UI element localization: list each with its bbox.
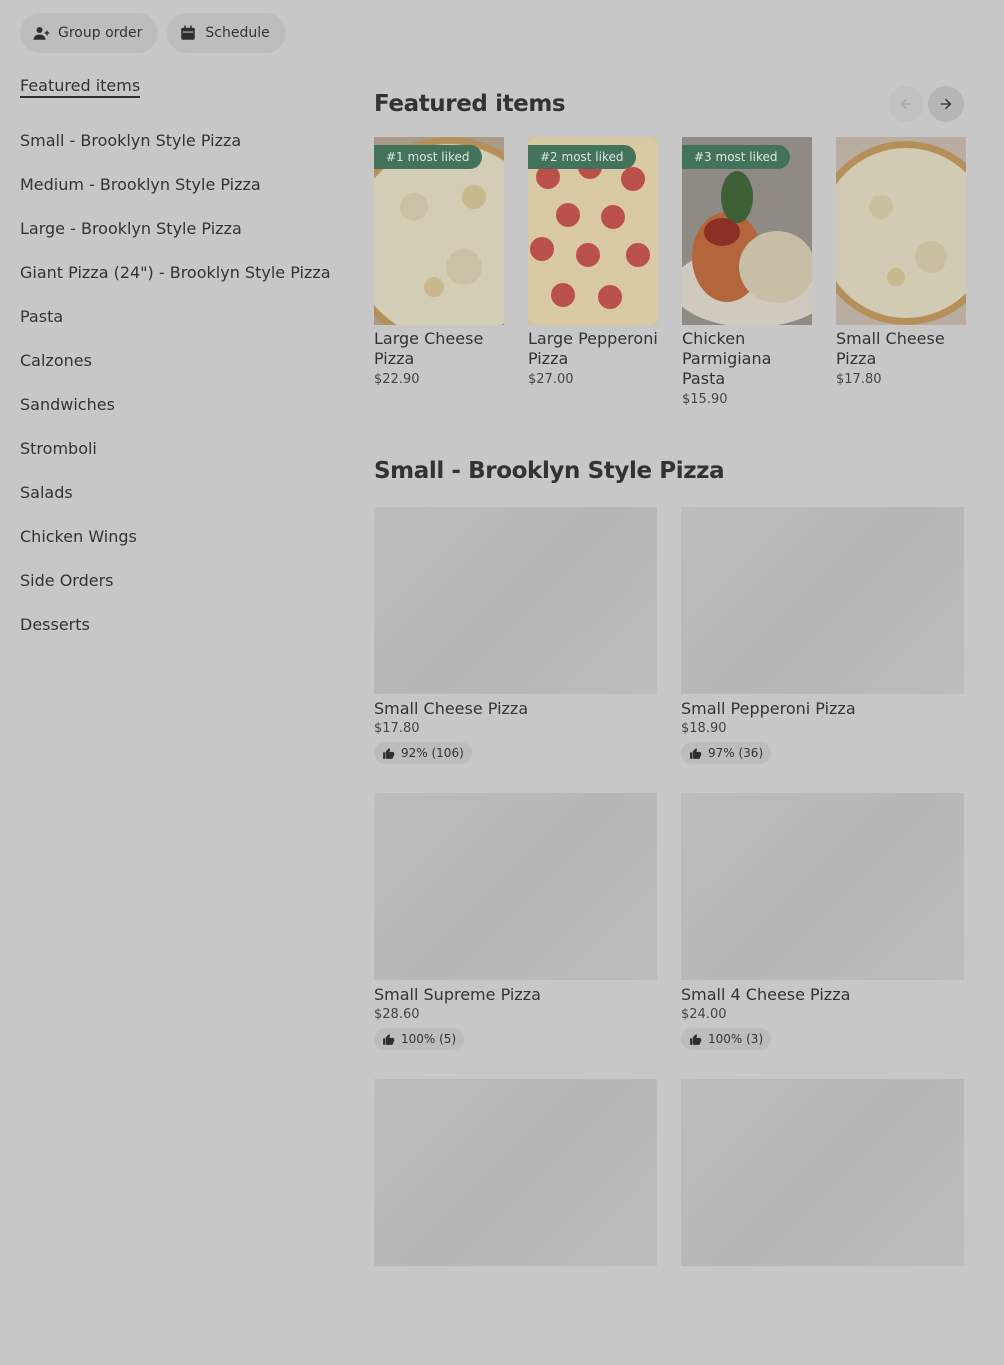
item-image: #2 most liked	[528, 137, 658, 325]
item-image-placeholder	[374, 793, 657, 980]
item-name: Small Cheese Pizza	[836, 329, 945, 368]
sidebar-item-stromboli[interactable]: Stromboli	[20, 426, 350, 470]
featured-item-card[interactable]: #2 most liked Large Pepperoni Pizza $27.…	[528, 137, 658, 407]
featured-item-card[interactable]: #3 most liked Chicken Parmigiana Pasta $…	[682, 137, 812, 407]
thumbs-up-icon	[383, 747, 395, 759]
item-price: $17.80	[836, 372, 882, 387]
item-image-placeholder	[374, 507, 657, 694]
cheese-pizza-image	[836, 137, 966, 325]
thumbs-up-icon	[383, 1033, 395, 1045]
menu-item-card[interactable]: Small Supreme Pizza $28.60 100% (5)	[374, 793, 657, 1079]
sidebar-item-desserts[interactable]: Desserts	[20, 602, 350, 646]
item-price: $22.90	[374, 372, 420, 387]
menu-item-card[interactable]: Small 4 Cheese Pizza $24.00 100% (3)	[681, 793, 964, 1079]
sidebar-item-label: Desserts	[20, 614, 90, 634]
menu-item-card[interactable]: Small Cheese Pizza $17.80 92% (106)	[374, 507, 657, 793]
group-order-button[interactable]: Group order	[20, 13, 159, 53]
sidebar-item-label: Chicken Wings	[20, 526, 137, 546]
sidebar-item-small-brooklyn[interactable]: Small - Brooklyn Style Pizza	[20, 118, 350, 162]
item-image-placeholder	[374, 1079, 657, 1266]
arrow-left-icon	[900, 98, 912, 110]
item-price: $28.60	[374, 1007, 420, 1022]
sidebar-item-side-orders[interactable]: Side Orders	[20, 558, 350, 602]
sidebar-item-medium-brooklyn[interactable]: Medium - Brooklyn Style Pizza	[20, 162, 350, 206]
sidebar-item-label: Small - Brooklyn Style Pizza	[20, 130, 242, 150]
sidebar-item-label: Medium - Brooklyn Style Pizza	[20, 174, 261, 194]
item-image	[836, 137, 966, 325]
item-name: Large Cheese Pizza	[374, 329, 484, 368]
item-price: $17.80	[374, 721, 420, 736]
arrow-right-icon	[940, 98, 952, 110]
sidebar-item-label: Side Orders	[20, 570, 114, 590]
item-price: $18.90	[681, 721, 727, 736]
sidebar-item-label: Large - Brooklyn Style Pizza	[20, 218, 242, 238]
rating-text: 100% (5)	[401, 1032, 457, 1046]
rating-text: 100% (3)	[708, 1032, 764, 1046]
most-liked-badge: #1 most liked	[374, 145, 482, 169]
sidebar-item-label: Pasta	[20, 306, 64, 326]
person-add-icon	[33, 27, 50, 40]
item-name: Chicken Parmigiana Pasta	[682, 329, 772, 388]
rating-badge: 92% (106)	[374, 742, 472, 764]
item-name: Small Cheese Pizza	[374, 699, 529, 718]
featured-title: Featured items	[374, 91, 566, 117]
sidebar-item-label: Salads	[20, 482, 73, 502]
sidebar-item-featured-items[interactable]: Featured items	[20, 74, 350, 100]
rating-badge: 97% (36)	[681, 742, 772, 764]
item-price: $27.00	[528, 372, 574, 387]
most-liked-badge: #2 most liked	[528, 145, 636, 169]
carousel-next-button[interactable]	[928, 86, 964, 122]
item-name: Small Pepperoni Pizza	[681, 699, 856, 718]
menu-item-card[interactable]: Small Pepperoni Pizza $18.90 97% (36)	[681, 507, 964, 793]
schedule-button[interactable]: Schedule	[167, 13, 286, 53]
sidebar-item-salads[interactable]: Salads	[20, 470, 350, 514]
item-price: $15.90	[682, 392, 728, 407]
group-order-label: Group order	[58, 25, 143, 41]
carousel-prev-button[interactable]	[888, 86, 924, 122]
menu-main: Featured items #1 most liked Large Chees…	[374, 86, 966, 1266]
rating-badge: 100% (5)	[374, 1028, 465, 1050]
item-grid: Small Cheese Pizza $17.80 92% (106) Smal…	[374, 507, 964, 1365]
sidebar-item-label: Giant Pizza (24") - Brooklyn Style Pizza	[20, 262, 331, 282]
rating-text: 92% (106)	[401, 746, 464, 760]
item-price: $24.00	[681, 1007, 727, 1022]
featured-carousel: #1 most liked Large Cheese Pizza $22.90 …	[374, 137, 966, 407]
sidebar-item-label: Stromboli	[20, 438, 97, 458]
calendar-icon	[181, 25, 196, 40]
item-name: Small 4 Cheese Pizza	[681, 985, 851, 1004]
thumbs-up-icon	[690, 1033, 702, 1045]
item-image: #1 most liked	[374, 137, 504, 325]
carousel-controls	[888, 86, 964, 122]
item-name: Small Supreme Pizza	[374, 985, 541, 1004]
featured-item-card[interactable]: #1 most liked Large Cheese Pizza $22.90	[374, 137, 504, 407]
sidebar-item-giant-pizza[interactable]: Giant Pizza (24") - Brooklyn Style Pizza	[20, 250, 350, 294]
menu-item-card[interactable]	[681, 1079, 964, 1365]
thumbs-up-icon	[690, 747, 702, 759]
item-image-placeholder	[681, 507, 964, 694]
item-image-placeholder	[681, 793, 964, 980]
item-name: Large Pepperoni Pizza	[528, 329, 658, 368]
schedule-label: Schedule	[205, 25, 270, 41]
sidebar-item-calzones[interactable]: Calzones	[20, 338, 350, 382]
sidebar-item-label: Calzones	[20, 350, 92, 370]
featured-item-card[interactable]: Small Cheese Pizza $17.80	[836, 137, 966, 407]
section-title: Small - Brooklyn Style Pizza	[374, 458, 725, 484]
category-sidebar: Featured items Small - Brooklyn Style Pi…	[20, 74, 350, 646]
item-image-placeholder	[681, 1079, 964, 1266]
sidebar-item-label: Sandwiches	[20, 394, 115, 414]
rating-text: 97% (36)	[708, 746, 764, 760]
most-liked-badge: #3 most liked	[682, 145, 790, 169]
featured-header: Featured items	[374, 86, 964, 122]
topbar: Group order Schedule	[20, 13, 286, 53]
sidebar-item-chicken-wings[interactable]: Chicken Wings	[20, 514, 350, 558]
sidebar-item-large-brooklyn[interactable]: Large - Brooklyn Style Pizza	[20, 206, 350, 250]
sidebar-item-pasta[interactable]: Pasta	[20, 294, 350, 338]
menu-item-card[interactable]	[374, 1079, 657, 1365]
sidebar-item-sandwiches[interactable]: Sandwiches	[20, 382, 350, 426]
item-image: #3 most liked	[682, 137, 812, 325]
rating-badge: 100% (3)	[681, 1028, 772, 1050]
sidebar-item-label: Featured items	[20, 76, 141, 98]
